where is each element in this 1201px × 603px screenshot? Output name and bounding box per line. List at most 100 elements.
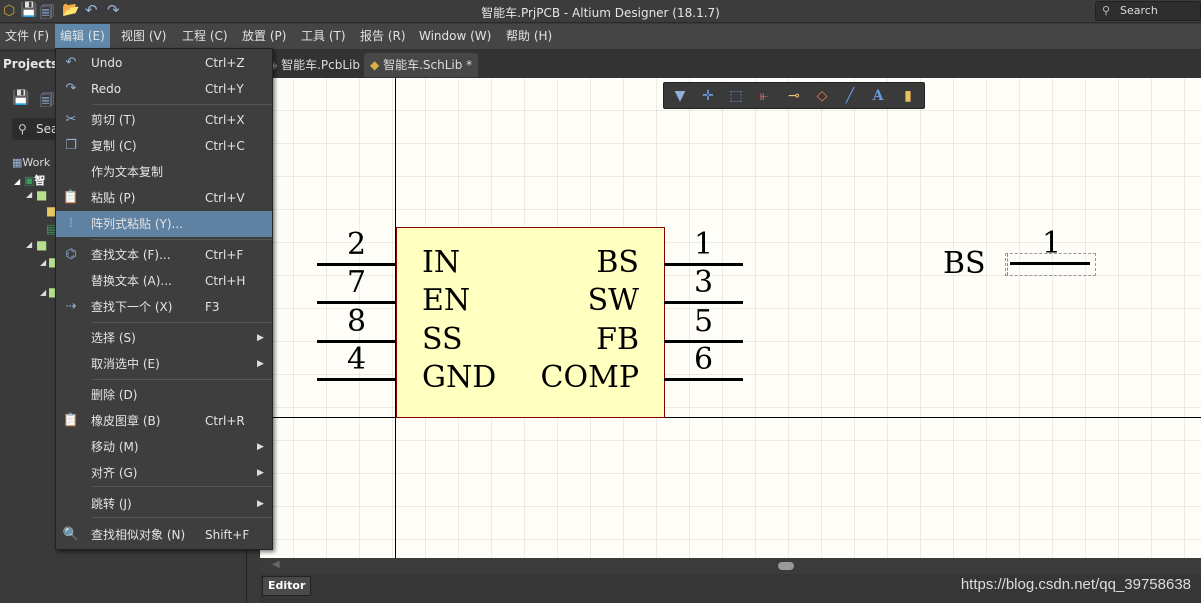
scroll-thumb[interactable] bbox=[778, 562, 794, 570]
redo-icon: ↷ bbox=[65, 81, 77, 96]
save-icon[interactable]: 💾 bbox=[12, 90, 29, 106]
pin-number: 4 bbox=[347, 342, 367, 377]
tab-pcblib[interactable]: ◈ 智能车.PcbLib bbox=[262, 53, 366, 77]
menu-item-8[interactable]: 替换文本 (A)... Ctrl+H bbox=[56, 268, 272, 294]
menu-item-11[interactable]: 取消选中 (E) ▶ bbox=[56, 351, 272, 377]
place-text-icon[interactable]: A bbox=[868, 87, 888, 105]
menu-item-shortcut: Ctrl+Y bbox=[205, 82, 244, 96]
pin-name: GND bbox=[422, 360, 497, 395]
align-icon[interactable]: ⫦ bbox=[754, 87, 774, 105]
tree-project[interactable]: ◢ ▣智 bbox=[14, 172, 45, 188]
menu-7[interactable]: Window (W) bbox=[414, 24, 496, 49]
undo-icon: ↶ bbox=[65, 55, 77, 70]
menu-item-12[interactable]: 删除 (D) bbox=[56, 382, 272, 408]
menu-separator bbox=[92, 322, 272, 323]
floating-pin-name: BS bbox=[943, 246, 986, 281]
horizontal-scrollbar[interactable]: ◀ bbox=[260, 558, 1201, 574]
menu-item-16[interactable]: 跳转 (J) ▶ bbox=[56, 491, 272, 517]
menu-item-1[interactable]: ↷ Redo Ctrl+Y bbox=[56, 76, 272, 102]
workspace-icon: ▦ bbox=[12, 156, 23, 169]
place-pin-icon[interactable]: ⊸ bbox=[784, 87, 804, 105]
search-input[interactable]: ⚲ Search bbox=[1095, 1, 1201, 21]
menu-item-14[interactable]: 移动 (M) ▶ bbox=[56, 434, 272, 460]
expand-icon[interactable]: ◢ bbox=[40, 258, 46, 267]
pin-name: FB bbox=[596, 322, 639, 357]
submenu-arrow-icon: ▶ bbox=[257, 333, 264, 343]
menu-item-label: 复制 (C) bbox=[91, 139, 137, 153]
menu-4[interactable]: 放置 (P) bbox=[237, 24, 291, 49]
menu-2[interactable]: 视图 (V) bbox=[116, 24, 171, 49]
menu-item-9[interactable]: ⇢ 查找下一个 (X) F3 bbox=[56, 294, 272, 320]
menu-item-13[interactable]: 📋 橡皮图章 (B) Ctrl+R bbox=[56, 408, 272, 434]
menu-item-label: 删除 (D) bbox=[91, 388, 138, 402]
menu-item-4[interactable]: 作为文本复制 bbox=[56, 159, 272, 185]
pin-name: SW bbox=[587, 283, 639, 318]
menu-item-0[interactable]: ↶ Undo Ctrl+Z bbox=[56, 50, 272, 76]
pin-name: EN bbox=[422, 283, 471, 318]
menu-item-label: 替换文本 (A)... bbox=[91, 274, 172, 288]
expand-icon[interactable]: ◢ bbox=[26, 240, 32, 249]
active-bar-toolbar: ▼ ✛ ⬚ ⫦ ⊸ ◇ ╱ A ▮ bbox=[663, 82, 925, 109]
menu-item-shortcut: Ctrl+R bbox=[205, 414, 245, 428]
submenu-arrow-icon: ▶ bbox=[257, 499, 264, 509]
menu-separator bbox=[92, 104, 272, 105]
menu-item-label: 粘贴 (P) bbox=[91, 191, 136, 205]
menu-item-label: 取消选中 (E) bbox=[91, 357, 160, 371]
menu-item-label: Undo bbox=[91, 56, 123, 70]
menu-item-10[interactable]: 选择 (S) ▶ bbox=[56, 325, 272, 351]
search-placeholder: Search bbox=[1120, 4, 1158, 17]
menu-item-label: 对齐 (G) bbox=[91, 466, 138, 480]
menu-item-6[interactable]: ⁞ 阵列式粘贴 (Y)... bbox=[56, 211, 272, 237]
panel-title: Projects bbox=[3, 57, 59, 71]
menu-3[interactable]: 工程 (C) bbox=[177, 24, 233, 49]
menu-item-5[interactable]: 📋 粘贴 (P) Ctrl+V bbox=[56, 185, 272, 211]
magnifier-icon: 🔍 bbox=[62, 527, 80, 542]
copy-icon[interactable]: 🗐 bbox=[40, 90, 54, 114]
tab-schlib[interactable]: ◆ 智能车.SchLib * bbox=[364, 53, 479, 77]
select-rect-icon[interactable]: ⬚ bbox=[726, 87, 746, 105]
menu-item-label: 剪切 (T) bbox=[91, 113, 136, 127]
menu-item-3[interactable]: ❐ 复制 (C) Ctrl+C bbox=[56, 133, 272, 159]
menu-8[interactable]: 帮助 (H) bbox=[501, 24, 557, 49]
submenu-arrow-icon: ▶ bbox=[257, 359, 264, 369]
menu-item-7[interactable]: ⌬ 查找文本 (F)... Ctrl+F bbox=[56, 242, 272, 268]
pin-number: 3 bbox=[694, 265, 714, 300]
menu-0[interactable]: 文件 (F) bbox=[0, 24, 54, 49]
tree-label: Work bbox=[22, 156, 51, 169]
expand-icon[interactable]: ◢ bbox=[26, 190, 32, 199]
scroll-left-icon[interactable]: ◀ bbox=[272, 559, 280, 570]
floating-pin[interactable] bbox=[1010, 262, 1090, 265]
submenu-arrow-icon: ▶ bbox=[257, 468, 264, 478]
add-part-icon[interactable]: ▮ bbox=[898, 87, 918, 105]
place-polygon-icon[interactable]: ◇ bbox=[812, 87, 832, 105]
tree-workspace[interactable]: ▦Work bbox=[12, 156, 50, 169]
place-line-icon[interactable]: ╱ bbox=[840, 87, 860, 105]
menu-item-2[interactable]: ✂ 剪切 (T) Ctrl+X bbox=[56, 107, 272, 133]
rubber-stamp-icon: 📋 bbox=[62, 413, 80, 428]
search-icon: ⚲ bbox=[1102, 4, 1111, 17]
watermark: https://blog.csdn.net/qq_39758638 bbox=[960, 576, 1191, 593]
editor-tab[interactable]: Editor bbox=[262, 576, 312, 596]
pin-name: COMP bbox=[540, 360, 639, 395]
menu-item-label: 跳转 (J) bbox=[91, 497, 132, 511]
paste-icon: 📋 bbox=[62, 190, 80, 205]
pin-line[interactable] bbox=[317, 378, 396, 381]
expand-icon[interactable]: ◢ bbox=[40, 288, 46, 297]
menu-item-shortcut: Ctrl+F bbox=[205, 248, 244, 262]
menu-separator bbox=[92, 379, 272, 380]
filter-icon[interactable]: ▼ bbox=[670, 87, 690, 105]
schematic-library-canvas[interactable]: 2 IN 7 EN 8 SS 4 GND 1 BS 3 SW 5 FB 6 COMP BS 1 bbox=[260, 78, 1201, 558]
menu-item-15[interactable]: 对齐 (G) ▶ bbox=[56, 460, 272, 486]
menu-item-label: 查找下一个 (X) bbox=[91, 300, 173, 314]
bottom-panel: Editor https://blog.csdn.net/qq_39758638 bbox=[260, 574, 1201, 603]
expand-icon: ◢ bbox=[14, 177, 21, 186]
menu-item-17[interactable]: 🔍 查找相似对象 (N) Shift+F bbox=[56, 522, 272, 548]
pin-number: 5 bbox=[694, 304, 714, 339]
move-cross-icon[interactable]: ✛ bbox=[698, 87, 718, 105]
menu-item-label: 查找文本 (F)... bbox=[91, 248, 171, 262]
menu-5[interactable]: 工具 (T) bbox=[296, 24, 351, 49]
search-icon: ⚲ bbox=[18, 122, 27, 136]
pin-line[interactable] bbox=[664, 378, 743, 381]
menu-1[interactable]: 编辑 (E) bbox=[55, 24, 110, 49]
menu-6[interactable]: 报告 (R) bbox=[355, 24, 411, 49]
